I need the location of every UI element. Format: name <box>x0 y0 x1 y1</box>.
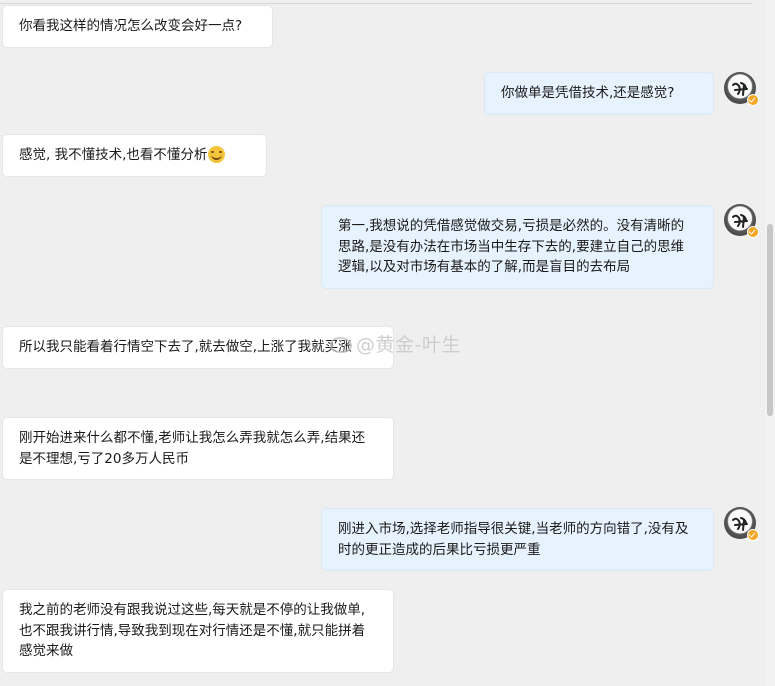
message-text: 所以我只能看着行情空下去了,就去做空,上涨了我就买涨 <box>19 339 352 355</box>
message-text: 刚进入市场,选择老师指导很关键,当老师的方向错了,没有及时的更正造成的后果比亏损… <box>338 521 689 558</box>
verified-badge-icon <box>747 94 759 106</box>
message-text: 刚开始进来什么都不懂,老师让我怎么弄我就怎么弄,结果还是不理想,亏了20多万人民… <box>19 430 366 467</box>
message-text: 你做单是凭借技术,还是感觉? <box>501 85 675 101</box>
chat-window: 你看我这样的情况怎么改变会好一点? 你做单是凭借技术,还是感觉? 感觉, 我不懂… <box>0 0 765 686</box>
message-text: 你看我这样的情况怎么改变会好一点? <box>19 18 243 34</box>
message-bubble-incoming[interactable]: 感觉, 我不懂技术,也看不懂分析 <box>3 135 266 176</box>
grin-sweat-emoji-icon <box>208 146 226 163</box>
scrollbar[interactable] <box>765 0 775 686</box>
message-bubble-outgoing[interactable]: 你做单是凭借技术,还是感觉? <box>485 73 713 114</box>
avatar[interactable] <box>724 507 759 541</box>
message-bubble-incoming[interactable]: 我之前的老师没有跟我说过这些,每天就是不停的让我做单,也不跟我讲行情,导致我到现… <box>3 590 393 672</box>
message-bubble-incoming[interactable]: 刚开始进来什么都不懂,老师让我怎么弄我就怎么弄,结果还是不理想,亏了20多万人民… <box>3 418 393 479</box>
avatar[interactable] <box>724 204 759 238</box>
message-text: 第一,我想说的凭借感觉做交易,亏损是必然的。没有清晰的思路,是没有办法在市场当中… <box>338 218 685 275</box>
scrollbar-thumb[interactable] <box>767 224 773 416</box>
weibo-logo-icon <box>330 337 352 353</box>
message-text: 我之前的老师没有跟我说过这些,每天就是不停的让我做单,也不跟我讲行情,导致我到现… <box>19 602 366 659</box>
top-divider <box>0 3 752 4</box>
message-bubble-outgoing[interactable]: 刚进入市场,选择老师指导很关键,当老师的方向错了,没有及时的更正造成的后果比亏损… <box>322 509 713 570</box>
message-bubble-incoming[interactable]: 你看我这样的情况怎么改变会好一点? <box>3 6 272 47</box>
verified-badge-icon <box>747 226 759 238</box>
avatar[interactable] <box>724 72 759 106</box>
watermark-text: @黄金-叶生 <box>356 334 461 356</box>
message-text: 感觉, 我不懂技术,也看不懂分析 <box>19 147 208 163</box>
verified-badge-icon <box>747 529 759 541</box>
message-bubble-outgoing[interactable]: 第一,我想说的凭借感觉做交易,亏损是必然的。没有清晰的思路,是没有办法在市场当中… <box>322 206 713 288</box>
watermark: @黄金-叶生 <box>330 330 461 357</box>
